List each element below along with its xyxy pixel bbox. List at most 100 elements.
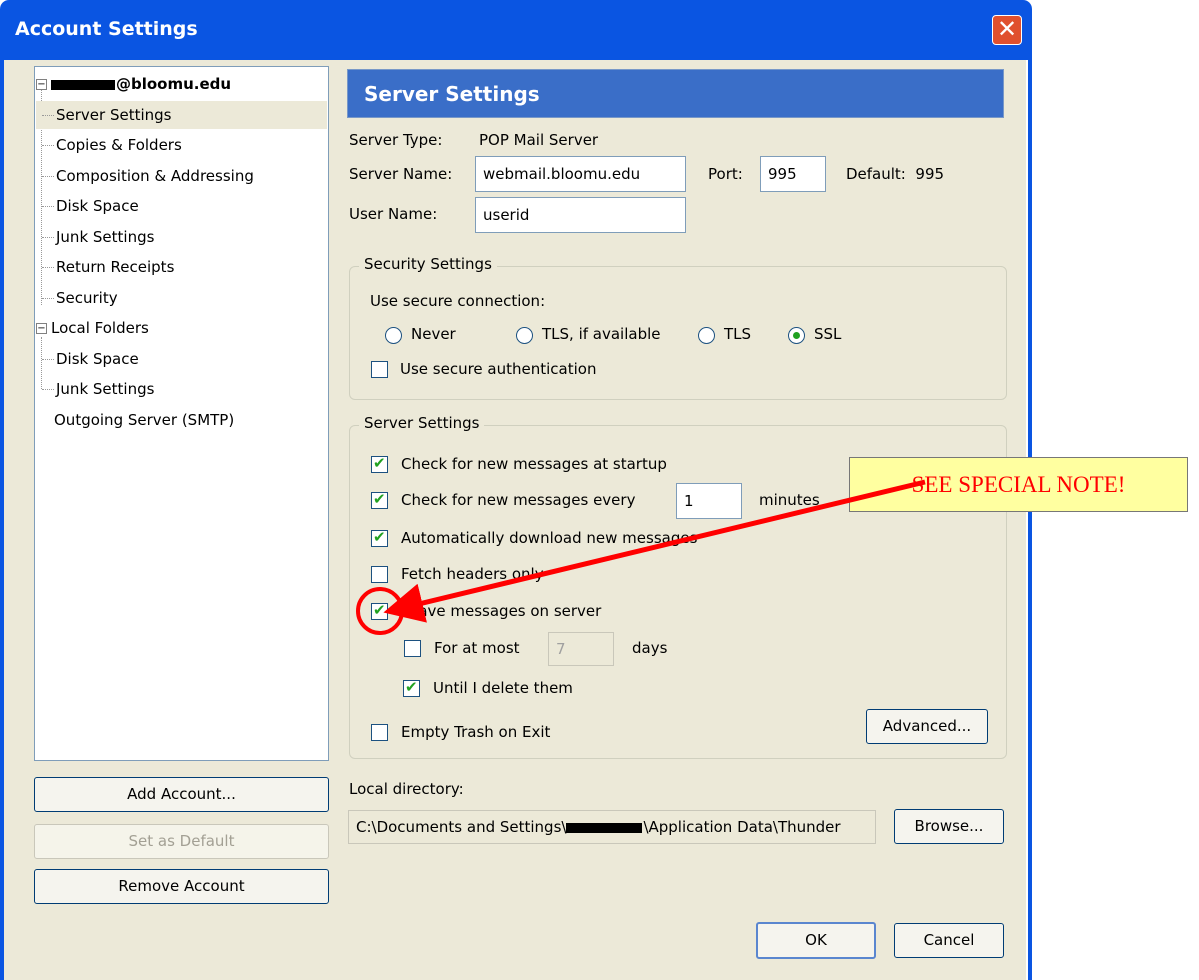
server-name-input[interactable]: webmail.bloomu.edu: [475, 156, 686, 192]
days-label: days: [632, 639, 668, 657]
tree-connector: [42, 389, 54, 390]
panel-header-title: Server Settings: [364, 82, 540, 106]
secure-auth-label[interactable]: Use secure authentication: [400, 360, 596, 378]
server-settings-title: Server Settings: [359, 414, 485, 432]
radio-never[interactable]: [385, 327, 402, 344]
radio-ssl-label[interactable]: SSL: [814, 325, 841, 343]
fetch-headers-label[interactable]: Fetch headers only: [401, 565, 544, 583]
radio-ssl[interactable]: [788, 327, 805, 344]
tree-connector: [42, 298, 54, 299]
tree-connector: [42, 267, 54, 268]
redacted-username: [566, 822, 643, 833]
for-at-most-label[interactable]: For at most: [434, 639, 520, 657]
tree-item-label: Outgoing Server (SMTP): [54, 411, 235, 429]
add-account-button[interactable]: Add Account...: [34, 777, 329, 812]
default-port-value: 995: [915, 165, 945, 183]
tree-connector: [42, 206, 54, 207]
tree-item-return-receipts[interactable]: Return Receipts: [36, 253, 174, 281]
tree-item-label: Security: [56, 289, 118, 307]
port-label: Port:: [708, 165, 743, 183]
tree-item-label: Disk Space: [56, 197, 139, 215]
days-input[interactable]: 7: [548, 632, 614, 666]
tree-item-label: Junk Settings: [56, 228, 155, 246]
until-delete-checkbox[interactable]: [403, 678, 420, 697]
leave-on-server-checkbox[interactable]: [371, 601, 388, 620]
tree-item-label: Junk Settings: [56, 380, 155, 398]
tree-item-disk-space[interactable]: Disk Space: [36, 192, 139, 220]
use-secure-connection-label: Use secure connection:: [370, 292, 546, 310]
window-title: Account Settings: [15, 18, 198, 40]
default-label-text: Default:: [846, 165, 906, 183]
ok-button[interactable]: OK: [756, 922, 876, 959]
tree-connector: [42, 359, 54, 360]
radio-tls-label[interactable]: TLS: [724, 325, 751, 343]
check-every-label[interactable]: Check for new messages every: [401, 491, 635, 509]
default-port-label: Default: 995: [846, 165, 944, 183]
for-at-most-checkbox[interactable]: [404, 640, 421, 657]
tree-connector: [42, 115, 54, 116]
browse-button[interactable]: Browse...: [894, 809, 1004, 844]
tree-item-server-settings[interactable]: Server Settings: [36, 101, 327, 129]
close-button[interactable]: ✕: [992, 15, 1022, 45]
tree-connector: [42, 145, 54, 146]
tree-account-domain: @bloomu.edu: [116, 75, 232, 93]
leave-on-server-label[interactable]: Leave messages on server: [401, 602, 601, 620]
path-prefix: C:\Documents and Settings\: [356, 818, 567, 836]
check-startup-checkbox[interactable]: [371, 454, 388, 473]
server-type-label: Server Type:: [349, 131, 443, 149]
collapse-icon[interactable]: −: [36, 79, 47, 90]
tree-item-local-disk-space[interactable]: Disk Space: [36, 345, 139, 373]
tree-connector: [42, 237, 54, 238]
collapse-icon[interactable]: −: [36, 323, 47, 334]
panel-header: Server Settings: [347, 69, 1004, 118]
title-bar[interactable]: Account Settings ✕: [0, 0, 1032, 60]
tree-item-local-junk-settings[interactable]: Junk Settings: [36, 375, 154, 403]
tree-item-junk-settings[interactable]: Junk Settings: [36, 223, 154, 251]
tree-account[interactable]: − @bloomu.edu: [36, 70, 231, 98]
account-tree[interactable]: − @bloomu.edu Server Settings Copies & Fo…: [34, 66, 329, 761]
set-default-button[interactable]: Set as Default: [34, 824, 329, 859]
tree-item-label: Return Receipts: [56, 258, 175, 276]
tree-item-label: Local Folders: [51, 319, 149, 337]
special-note-callout: SEE SPECIAL NOTE!: [849, 457, 1188, 512]
tree-item-label: Composition & Addressing: [56, 167, 254, 185]
fetch-headers-checkbox[interactable]: [371, 566, 388, 583]
until-delete-label[interactable]: Until I delete them: [433, 679, 573, 697]
window-border-right: [1028, 60, 1032, 980]
path-suffix: \Application Data\Thunder: [643, 818, 841, 836]
check-every-checkbox[interactable]: [371, 490, 388, 509]
server-name-label: Server Name:: [349, 165, 453, 183]
tree-connector: [42, 176, 54, 177]
empty-trash-label[interactable]: Empty Trash on Exit: [401, 723, 550, 741]
tree-item-security[interactable]: Security: [36, 284, 118, 312]
redacted-username: [51, 79, 115, 90]
tree-item-label: Copies & Folders: [56, 136, 182, 154]
tree-outgoing-server[interactable]: Outgoing Server (SMTP): [54, 406, 234, 434]
user-name-label: User Name:: [349, 205, 438, 223]
security-settings-title: Security Settings: [359, 255, 497, 273]
port-input[interactable]: 995: [760, 156, 826, 192]
local-directory-input[interactable]: C:\Documents and Settings\ \Application D…: [348, 810, 876, 844]
minutes-label: minutes: [759, 491, 820, 509]
auto-download-checkbox[interactable]: [371, 528, 388, 547]
server-type-value: POP Mail Server: [479, 131, 599, 149]
tree-item-label: Server Settings: [56, 106, 172, 124]
radio-never-label[interactable]: Never: [411, 325, 456, 343]
remove-account-button[interactable]: Remove Account: [34, 869, 329, 904]
tree-item-composition[interactable]: Composition & Addressing: [36, 162, 254, 190]
radio-tls-if-available[interactable]: [516, 327, 533, 344]
cancel-button[interactable]: Cancel: [894, 923, 1004, 958]
secure-auth-checkbox[interactable]: [371, 361, 388, 378]
tree-local-folders[interactable]: − Local Folders: [36, 314, 149, 342]
check-startup-label[interactable]: Check for new messages at startup: [401, 455, 667, 473]
close-icon: ✕: [996, 15, 1018, 43]
tree-item-label: Disk Space: [56, 350, 139, 368]
user-name-input[interactable]: userid: [475, 197, 686, 233]
tree-item-copies-folders[interactable]: Copies & Folders: [36, 131, 182, 159]
advanced-button[interactable]: Advanced...: [866, 709, 988, 744]
empty-trash-checkbox[interactable]: [371, 724, 388, 741]
check-interval-input[interactable]: 1: [676, 483, 742, 519]
radio-tls[interactable]: [698, 327, 715, 344]
auto-download-label[interactable]: Automatically download new messages: [401, 529, 697, 547]
radio-tls-if-available-label[interactable]: TLS, if available: [542, 325, 661, 343]
